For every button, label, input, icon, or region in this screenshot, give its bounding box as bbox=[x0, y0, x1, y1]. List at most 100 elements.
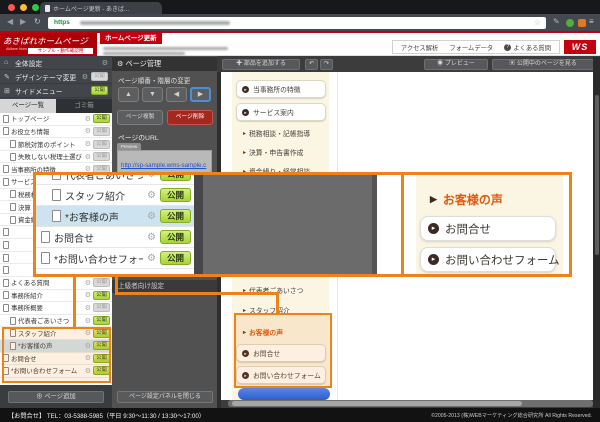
page-label: スタッフ紹介 bbox=[65, 188, 143, 203]
tab-page-list[interactable]: ページ一覧 bbox=[0, 99, 56, 113]
sidebar-setting-row[interactable]: ✎デザインテーマ変更⚙公開 bbox=[0, 70, 112, 84]
green-extension-icon[interactable] bbox=[566, 19, 574, 27]
publish-button[interactable]: 公開 bbox=[93, 316, 110, 325]
add-page-button[interactable]: ⊕ ページ追加 bbox=[8, 391, 104, 403]
page-icon bbox=[52, 172, 61, 180]
publish-button[interactable]: 公開 bbox=[91, 86, 108, 95]
move-right-button[interactable]: ▶ bbox=[190, 87, 211, 102]
publish-button[interactable]: 公開 bbox=[93, 278, 110, 287]
publish-button[interactable]: 公開 bbox=[93, 127, 110, 136]
orange-extension-icon[interactable] bbox=[578, 19, 586, 27]
forward-icon[interactable]: ▶ bbox=[20, 17, 26, 26]
page-icon bbox=[10, 317, 16, 325]
sidebar-settings: ⌂全体設定⚙✎デザインテーマ変更⚙公開⊞サイドメニュー公開 bbox=[0, 56, 112, 99]
move-left-button[interactable]: ◀ bbox=[166, 87, 187, 102]
move-down-button[interactable]: ▼ bbox=[142, 87, 163, 102]
bookmark-star-icon[interactable]: ☆ bbox=[534, 18, 541, 27]
page-icon bbox=[10, 216, 16, 224]
delete-page-button[interactable]: ページ削除 bbox=[167, 110, 213, 125]
page-icon bbox=[41, 252, 50, 264]
gear-icon[interactable]: ⚙ bbox=[85, 115, 91, 123]
publish-button[interactable]: 公開 bbox=[91, 72, 108, 81]
gear-icon[interactable]: ⚙ bbox=[85, 127, 91, 135]
reload-icon[interactable]: ↻ bbox=[34, 17, 41, 26]
back-icon[interactable]: ◀ bbox=[7, 17, 13, 26]
page-list-row[interactable]: 事務所紹介⚙公開 bbox=[0, 290, 112, 303]
publish-button[interactable]: 公開 bbox=[93, 291, 110, 300]
page-icon bbox=[3, 241, 9, 249]
gear-icon[interactable]: ⚙ bbox=[82, 73, 88, 81]
preview-menu-button: ▸サービス案内 bbox=[236, 103, 326, 121]
gear-icon[interactable]: ⚙ bbox=[85, 279, 91, 287]
annotation-box-preview bbox=[234, 313, 332, 388]
browser-tab[interactable]: ホームページ更新 - あきば... bbox=[40, 2, 162, 14]
header-link-label: よくある質問 bbox=[513, 43, 551, 52]
menu-subitem-label: 税務相談・記帳指導 bbox=[249, 128, 310, 138]
page-label: お役立ち情報 bbox=[11, 127, 83, 136]
gear-icon: ⚙ bbox=[147, 211, 156, 222]
move-up-button[interactable]: ▲ bbox=[118, 87, 139, 102]
pen-icon: ✎ bbox=[4, 73, 12, 81]
zoom-window-button[interactable] bbox=[32, 4, 39, 11]
zoomed-page-rows: 代表者ごあいさつ⚙公開スタッフ紹介⚙公開*お客様の声⚙公開お問合せ⚙公開*お問い… bbox=[36, 172, 194, 269]
close-window-button[interactable] bbox=[8, 4, 15, 11]
undo-button[interactable]: ↶ bbox=[305, 59, 318, 70]
page-icon bbox=[3, 279, 9, 287]
close-panel-button[interactable]: ページ設定パネルを閉じる bbox=[117, 391, 213, 403]
page-list-row[interactable]: よくある質問⚙公開 bbox=[0, 277, 112, 290]
page-icon bbox=[3, 304, 9, 312]
setting-label: 全体設定 bbox=[15, 58, 99, 68]
gear-icon[interactable]: ⚙ bbox=[85, 140, 91, 148]
publish-button: 公開 bbox=[160, 251, 191, 265]
zoomed-page-row: *お客様の声⚙公開 bbox=[36, 206, 194, 227]
gear-icon[interactable]: ⚙ bbox=[85, 153, 91, 161]
duplicate-page-button[interactable]: ページ複製 bbox=[117, 110, 163, 125]
page-label: トップページ bbox=[11, 114, 83, 123]
publish-button[interactable]: 公開 bbox=[93, 152, 110, 161]
tab-title: ホームページ更新 - あきば... bbox=[53, 4, 129, 13]
zoomed-scrollbar bbox=[194, 175, 203, 274]
minimize-window-button[interactable] bbox=[20, 4, 27, 11]
tab-trash[interactable]: ゴミ箱 bbox=[56, 99, 112, 113]
horizontal-scrollbar-thumb[interactable] bbox=[232, 401, 522, 406]
page-icon bbox=[3, 178, 9, 186]
gear-icon[interactable]: ⚙ bbox=[85, 304, 91, 312]
sidebar-setting-row[interactable]: ⊞サイドメニュー公開 bbox=[0, 84, 112, 98]
header-link[interactable]: フォームデータ bbox=[449, 43, 493, 52]
add-part-button[interactable]: ✚ 部品を追加する bbox=[222, 59, 300, 70]
menu-icon[interactable]: ≡ bbox=[589, 17, 594, 26]
annotation-connector bbox=[73, 277, 76, 329]
page-list-row[interactable]: お役立ち情報⚙公開 bbox=[0, 126, 112, 139]
url-redacted bbox=[80, 21, 230, 25]
page-icon bbox=[10, 153, 16, 161]
page-list-row[interactable]: トップページ⚙公開 bbox=[0, 113, 112, 126]
zoomed-page-row: 代表者ごあいさつ⚙公開 bbox=[36, 172, 194, 185]
header-link[interactable]: アクセス解析 bbox=[401, 43, 438, 52]
header-link-label: フォームデータ bbox=[449, 43, 493, 52]
page-list-row[interactable]: 代表者ごあいさつ⚙公開 bbox=[0, 315, 112, 328]
page-list-row[interactable]: 節税対策のポイント⚙公開 bbox=[0, 138, 112, 151]
header-link[interactable]: ?よくある質問 bbox=[504, 43, 551, 52]
gear-icon[interactable]: ⚙ bbox=[85, 317, 91, 325]
url-bar[interactable]: https ☆ bbox=[48, 17, 546, 29]
publish-button[interactable]: 公開 bbox=[93, 114, 110, 123]
page-list-row[interactable]: 失敗しない税理士選び⚙公開 bbox=[0, 151, 112, 164]
https-label: https bbox=[54, 19, 70, 26]
gear-icon[interactable]: ⚙ bbox=[85, 291, 91, 299]
redo-button[interactable]: ↷ bbox=[320, 59, 333, 70]
vertical-scrollbar-thumb[interactable] bbox=[595, 95, 599, 255]
page-list-row[interactable]: 事務所概要⚙公開 bbox=[0, 302, 112, 315]
preview-button[interactable]: ◉ プレビュー bbox=[424, 59, 488, 70]
menu-button-label: サービス案内 bbox=[253, 107, 294, 117]
page-label: 節税対策のポイント bbox=[18, 140, 83, 149]
edit-extension-icon[interactable]: ✎ bbox=[553, 17, 560, 26]
gear-icon[interactable]: ⚙ bbox=[102, 59, 108, 67]
page-label: 失敗しない税理士選び bbox=[18, 152, 83, 161]
page-icon bbox=[10, 140, 16, 148]
page-icon bbox=[52, 210, 61, 222]
publish-button[interactable]: 公開 bbox=[93, 140, 110, 149]
arrow-bullet-icon: ▸ bbox=[428, 254, 439, 265]
view-live-button[interactable]: ▣ 公開中のページを見る bbox=[492, 59, 594, 70]
sidebar-setting-row[interactable]: ⌂全体設定⚙ bbox=[0, 56, 112, 70]
publish-button[interactable]: 公開 bbox=[93, 303, 110, 312]
